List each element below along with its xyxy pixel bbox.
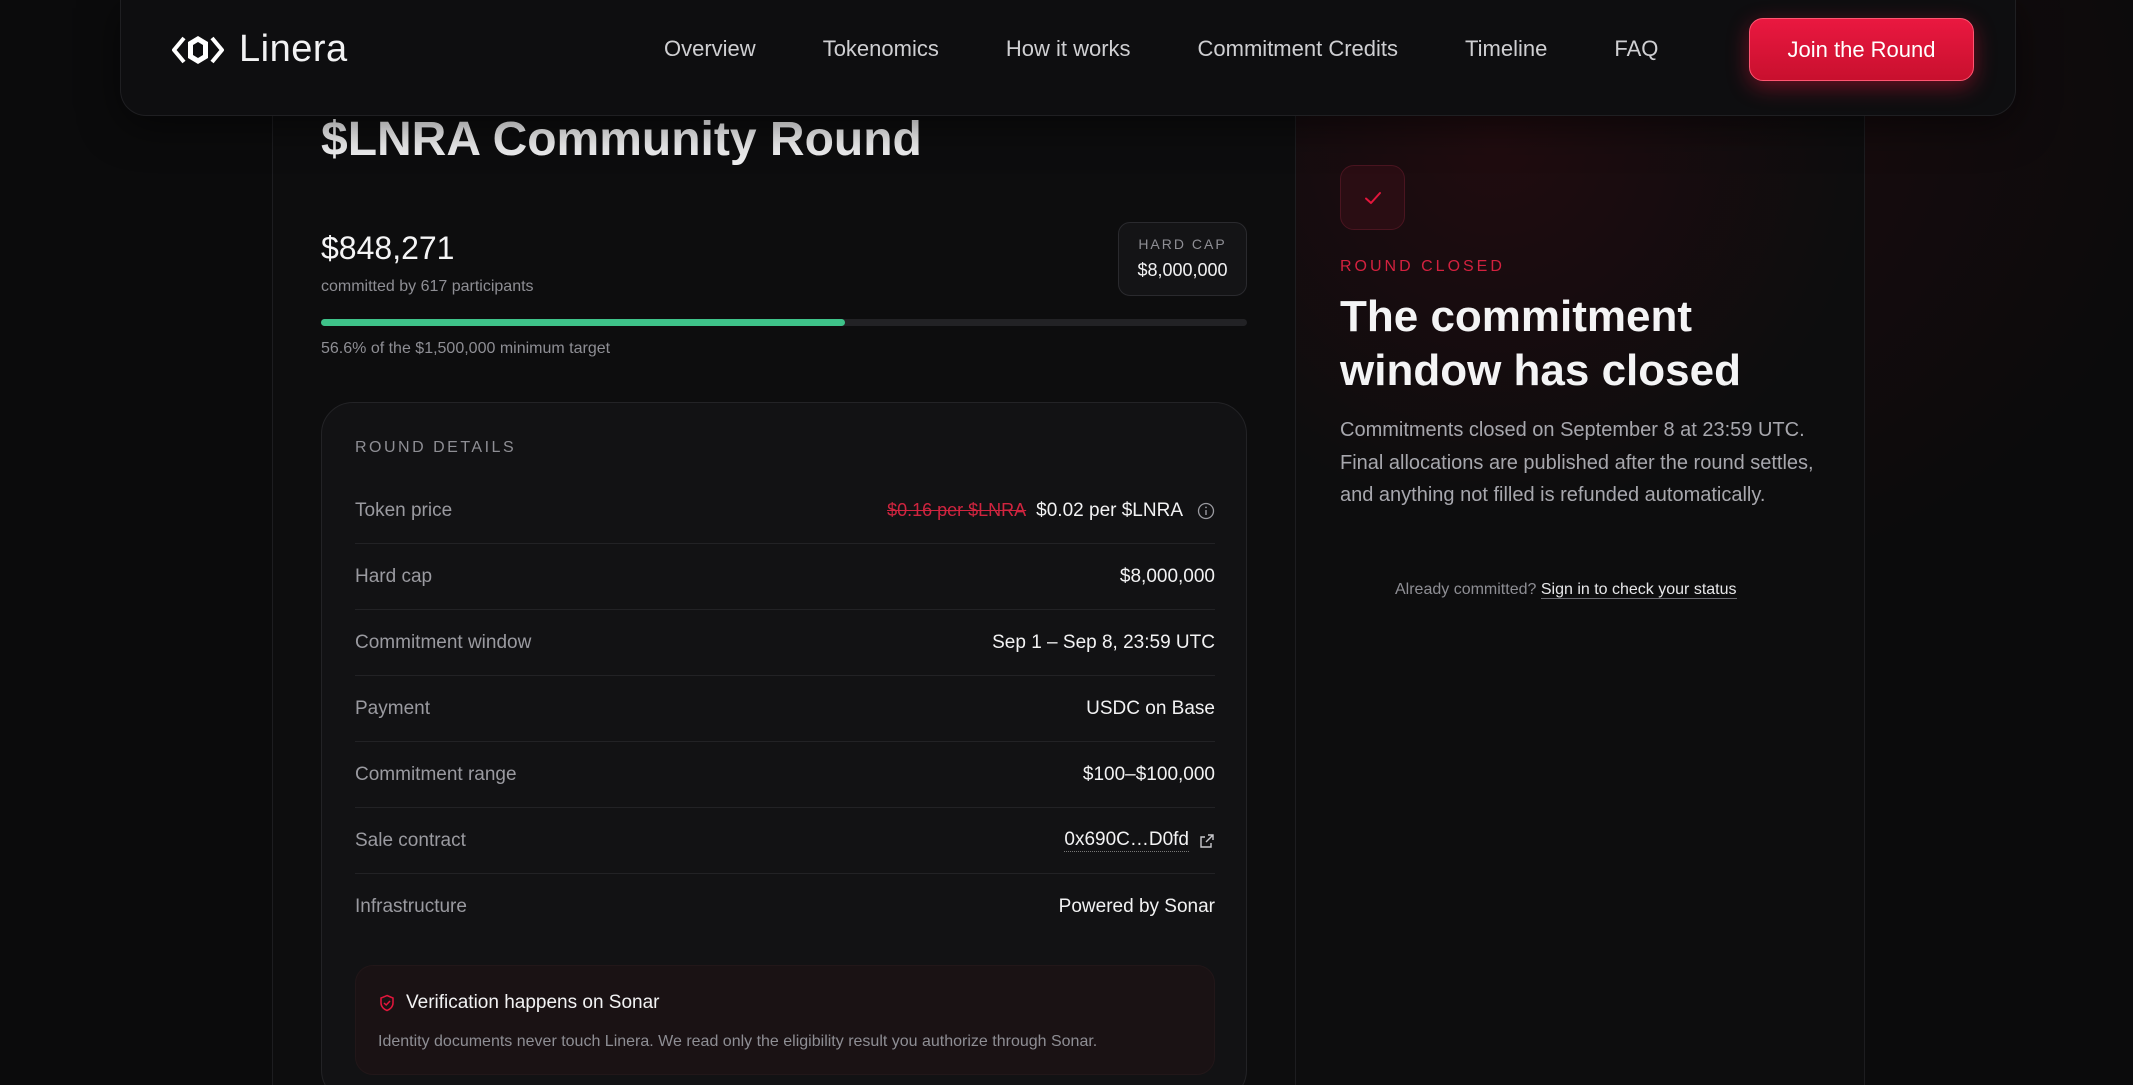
already-committed-prefix: Already committed?	[1395, 581, 1537, 598]
detail-label: Sale contract	[355, 829, 466, 851]
detail-value: USDC on Base	[1086, 697, 1215, 719]
detail-label: Token price	[355, 499, 453, 521]
contract-address[interactable]: 0x690C…D0fd	[1064, 829, 1189, 852]
detail-row-token-price: Token price $0.16 per $LNRA $0.02 per $L…	[355, 478, 1215, 544]
status-title: The commitment window has closed	[1340, 292, 1741, 395]
detail-row-commitment-range: Commitment range $100–$100,000	[355, 742, 1215, 808]
nav-link-faq[interactable]: FAQ	[1614, 36, 1658, 62]
status-check-badge	[1340, 165, 1405, 230]
detail-row-commitment-window: Commitment window Sep 1 – Sep 8, 23:59 U…	[355, 610, 1215, 676]
round-details-title: ROUND DETAILS	[355, 439, 517, 456]
progress-bar	[321, 319, 1247, 326]
details-list: Token price $0.16 per $LNRA $0.02 per $L…	[355, 478, 1215, 940]
page-title: $LNRA Community Round	[321, 113, 922, 166]
verification-text: Identity documents never touch Linera. W…	[378, 1033, 1098, 1050]
verification-title: Verification happens on Sonar	[406, 992, 660, 1013]
status-label: ROUND CLOSED	[1340, 258, 1505, 275]
already-committed-line: Already committed? Sign in to check your…	[1395, 581, 1737, 599]
top-nav: Linera Overview Tokenomics How it works …	[120, 0, 2016, 116]
sale-contract-link[interactable]: 0x690C…D0fd	[1064, 829, 1215, 852]
detail-row-infrastructure: Infrastructure Powered by Sonar	[355, 874, 1215, 940]
committed-amount: $848,271	[321, 230, 455, 266]
detail-value: $0.16 per $LNRA $0.02 per $LNRA	[887, 500, 1215, 522]
hard-cap-label: HARD CAP	[1138, 236, 1227, 252]
join-round-button[interactable]: Join the Round	[1749, 18, 1974, 81]
detail-value: $100–$100,000	[1082, 763, 1215, 785]
external-link-icon[interactable]	[1199, 833, 1215, 849]
token-price-value: $0.02 per $LNRA	[1036, 499, 1183, 521]
nav-link-commitment-credits[interactable]: Commitment Credits	[1198, 36, 1398, 62]
status-description: Commitments closed on September 8 at 23:…	[1340, 419, 1814, 506]
detail-label: Hard cap	[355, 565, 433, 587]
nav-link-timeline[interactable]: Timeline	[1465, 36, 1547, 62]
detail-label: Payment	[355, 697, 430, 719]
verification-notice: Verification happens on Sonar Identity d…	[355, 965, 1215, 1075]
shield-check-icon	[380, 994, 394, 1012]
nav-link-tokenomics[interactable]: Tokenomics	[823, 36, 939, 62]
old-token-price: $0.16 per $LNRA	[887, 500, 1027, 520]
detail-row-sale-contract: Sale contract 0x690C…D0fd	[355, 808, 1215, 874]
detail-label: Commitment window	[355, 631, 532, 653]
hard-cap-value: $8,000,000	[1137, 260, 1228, 280]
detail-label: Infrastructure	[355, 896, 467, 917]
detail-row-payment: Payment USDC on Base	[355, 676, 1215, 742]
participants-caption: committed by 617 participants	[321, 278, 534, 295]
round-details-card: ROUND DETAILS Token price $0.16 per $LNR…	[321, 402, 1247, 1085]
nav-links: Overview Tokenomics How it works Commitm…	[664, 36, 1658, 62]
detail-value: Sep 1 – Sep 8, 23:59 UTC	[992, 631, 1215, 653]
nav-link-overview[interactable]: Overview	[664, 36, 756, 62]
linera-logo-icon	[172, 35, 224, 64]
logo[interactable]: Linera	[171, 28, 348, 71]
detail-row-hard-cap: Hard cap $8,000,000	[355, 544, 1215, 610]
nav-link-how-it-works[interactable]: How it works	[1006, 36, 1131, 62]
panel-divider	[1295, 80, 1296, 1085]
hard-cap-badge: HARD CAP $8,000,000	[1118, 222, 1247, 296]
logo-text: Linera	[239, 28, 348, 70]
progress-fill	[321, 319, 846, 326]
detail-value: $8,000,000	[1119, 565, 1215, 587]
detail-label: Commitment range	[355, 763, 517, 785]
page: Linera Overview Tokenomics How it works …	[0, 0, 2133, 1085]
verification-header: Verification happens on Sonar	[378, 992, 660, 1014]
info-icon[interactable]	[1197, 502, 1215, 520]
sign-in-link[interactable]: Sign in to check your status	[1540, 581, 1737, 599]
progress-caption: 56.6% of the $1,500,000 minimum target	[321, 340, 611, 357]
check-icon	[1364, 191, 1381, 204]
detail-value: Powered by Sonar	[1058, 896, 1215, 917]
